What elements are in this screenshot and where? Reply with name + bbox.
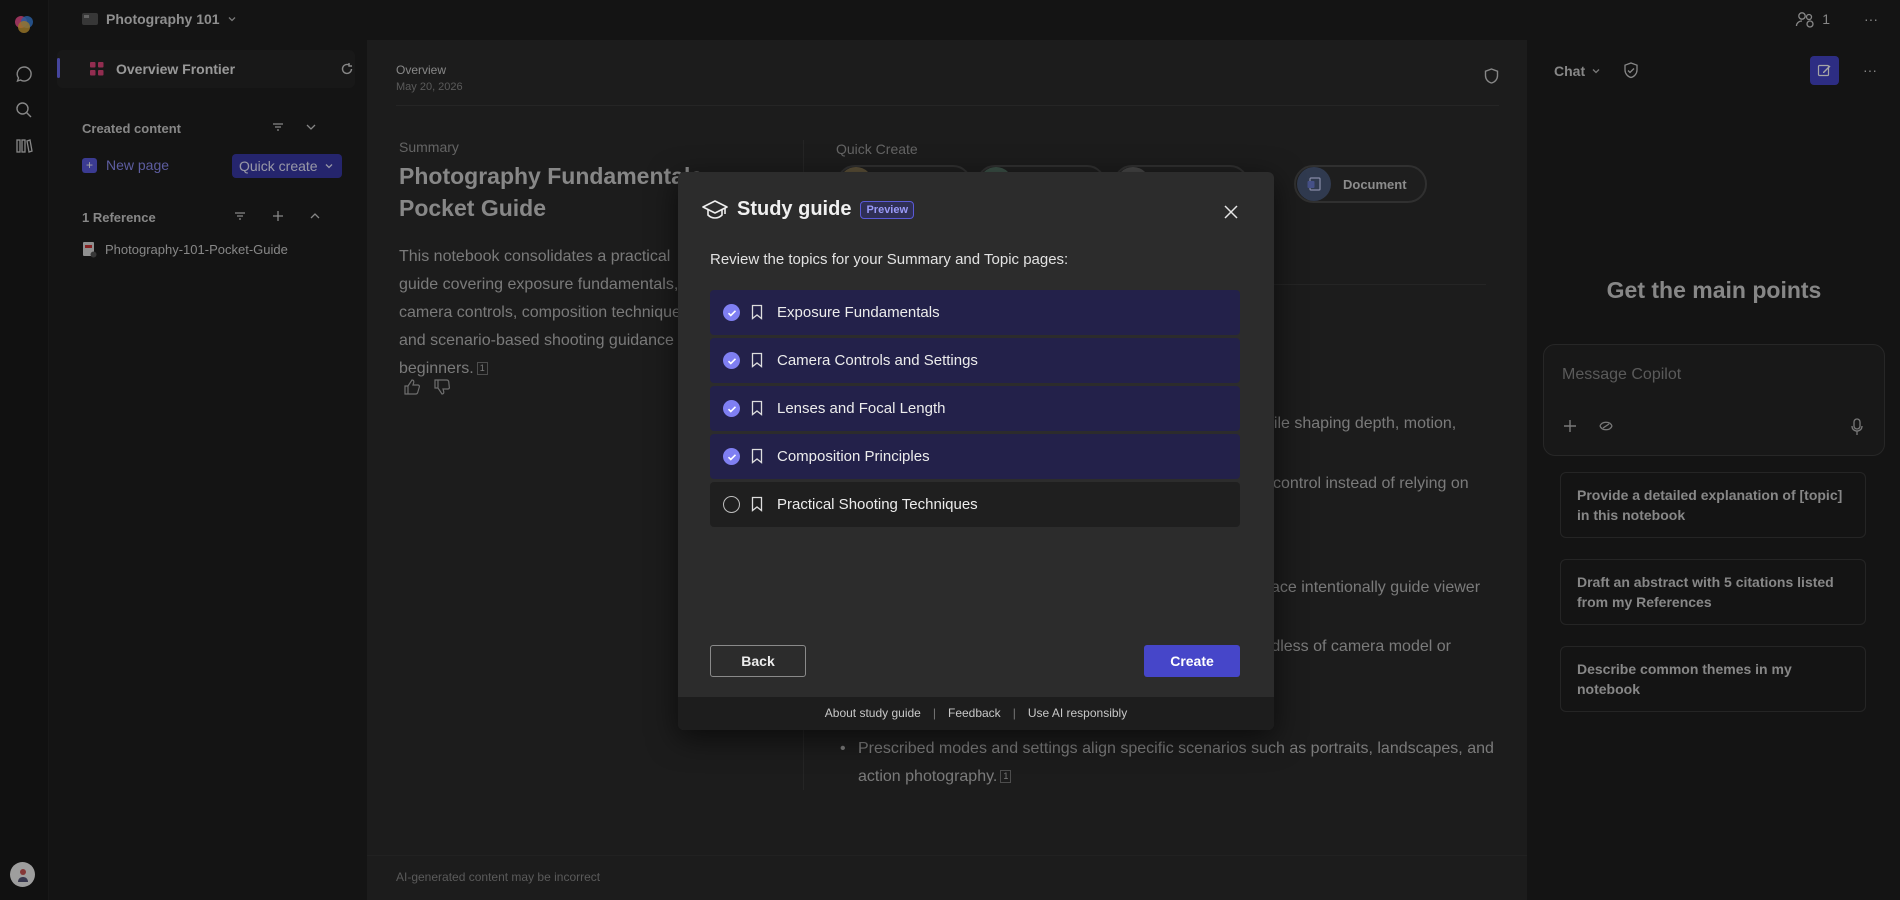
link-separator: | [1012,706,1016,720]
bookmark-icon [751,352,763,368]
topic-row[interactable]: Exposure Fundamentals [710,290,1240,335]
close-icon [1224,205,1238,219]
checked-icon[interactable] [723,304,740,321]
topic-row[interactable]: Lenses and Focal Length [710,386,1240,431]
close-button[interactable] [1221,202,1241,222]
topic-row[interactable]: Practical Shooting Techniques [710,482,1240,527]
bookmark-icon [751,304,763,320]
checked-icon[interactable] [723,448,740,465]
topic-label: Exposure Fundamentals [777,304,940,321]
link-separator: | [932,706,936,720]
topic-row[interactable]: Composition Principles [710,434,1240,479]
topic-row[interactable]: Camera Controls and Settings [710,338,1240,383]
about-study-guide-link[interactable]: About study guide [825,706,921,720]
graduation-cap-icon [702,199,728,219]
dialog-links: About study guide | Feedback | Use AI re… [678,706,1274,720]
checked-icon[interactable] [723,352,740,369]
bookmark-icon [751,400,763,416]
unchecked-icon[interactable] [723,496,740,513]
preview-badge: Preview [860,200,915,219]
dialog-subtitle: Review the topics for your Summary and T… [710,251,1069,268]
topic-label: Lenses and Focal Length [777,400,946,417]
topic-label: Composition Principles [777,448,930,465]
create-button[interactable]: Create [1144,645,1240,677]
bookmark-icon [751,496,763,512]
feedback-link[interactable]: Feedback [948,706,1001,720]
bookmark-icon [751,448,763,464]
use-ai-responsibly-link[interactable]: Use AI responsibly [1028,706,1127,720]
dialog-title: Study guide [737,198,852,220]
study-guide-dialog: Study guide Preview Review the topics fo… [678,172,1274,730]
topic-label: Camera Controls and Settings [777,352,978,369]
checked-icon[interactable] [723,400,740,417]
topic-label: Practical Shooting Techniques [777,496,978,513]
back-button[interactable]: Back [710,645,806,677]
